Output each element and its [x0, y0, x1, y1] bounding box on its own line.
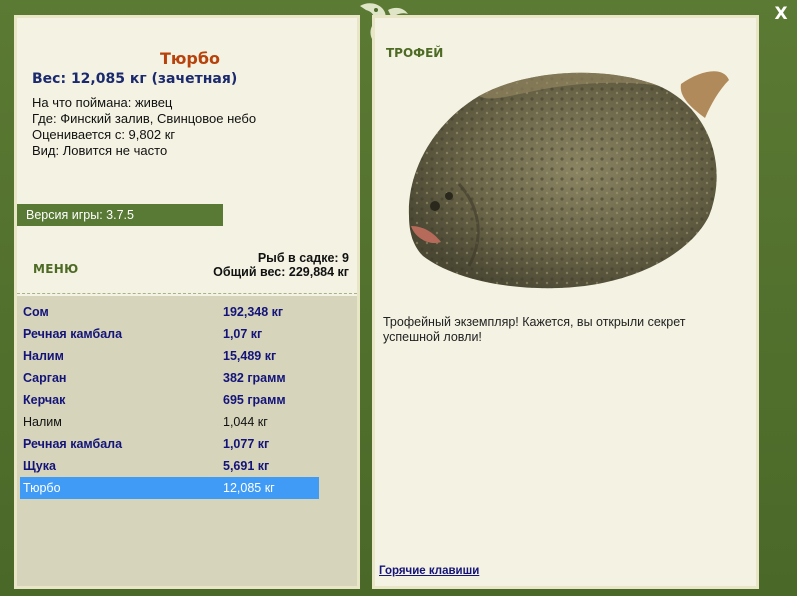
fish-name: Сом [23, 305, 49, 319]
list-item-selected[interactable]: Тюрбо 12,085 кг [20, 477, 319, 499]
trophy-panel: ТРОФЕЙ Трофейный экземпляр! Кажется, вы … [372, 15, 759, 589]
fish-name: Щука [23, 459, 56, 473]
close-icon[interactable]: X [771, 4, 791, 24]
fish-info-panel: Тюрбо Вес: 12,085 кг (зачетная) На что п… [14, 15, 360, 589]
fish-weight-value: 192,348 кг [223, 305, 284, 319]
list-item[interactable]: Речная камбала 1,077 кг [20, 433, 319, 455]
fish-weight-value: 1,044 кг [223, 415, 268, 429]
list-item[interactable]: Налим 15,489 кг [20, 345, 319, 367]
fish-weight-value: 382 грамм [223, 371, 286, 385]
fish-weight: Вес: 12,085 кг (зачетная) [32, 71, 238, 87]
catch-location: Где: Финский залив, Свинцовое небо [32, 111, 257, 126]
keepnet-stats: Рыб в садке: 9 Общий вес: 229,884 кг [213, 251, 349, 279]
total-weight: Общий вес: 229,884 кг [213, 265, 349, 279]
divider [17, 293, 357, 294]
game-version: Версия игры: 3.7.5 [17, 204, 223, 226]
catch-species-rarity: Вид: Ловится не часто [32, 143, 168, 158]
list-item[interactable]: Сарган 382 грамм [20, 367, 319, 389]
catch-bait: На что поймана: живец [32, 95, 173, 110]
fish-weight-value: 1,07 кг [223, 327, 263, 341]
trophy-description: Трофейный экземпляр! Кажется, вы открыли… [383, 315, 686, 344]
fish-name: Тюрбо [23, 481, 61, 495]
fish-weight-value: 15,489 кг [223, 349, 277, 363]
catch-list: Сом 192,348 кг Речная камбала 1,07 кг Нали… [17, 296, 357, 586]
list-item[interactable]: Речная камбала 1,07 кг [20, 323, 319, 345]
list-item[interactable]: Налим 1,044 кг [20, 411, 319, 433]
fish-name: Керчак [23, 393, 66, 407]
list-item[interactable]: Щука 5,691 кг [20, 455, 319, 477]
list-item[interactable]: Сом 192,348 кг [20, 301, 319, 323]
fish-weight-value: 5,691 кг [223, 459, 270, 473]
fish-count: Рыб в садке: 9 [257, 251, 349, 265]
fish-weight-value: 695 грамм [223, 393, 286, 407]
fish-name: Речная камбала [23, 437, 123, 451]
catch-rating-threshold: Оценивается с: 9,802 кг [32, 127, 176, 142]
fish-name: Налим [23, 415, 62, 429]
turbot-fish-image [408, 71, 729, 289]
fish-name: Речная камбала [23, 327, 123, 341]
fish-weight-value: 12,085 кг [223, 481, 275, 495]
fish-weight-value: 1,077 кг [223, 437, 270, 451]
fish-name: Сарган [23, 371, 67, 385]
hotkeys-link[interactable]: Горячие клавиши [379, 565, 479, 577]
fish-title: Тюрбо [159, 49, 221, 68]
list-item[interactable]: Керчак 695 грамм [20, 389, 319, 411]
fish-name: Налим [23, 349, 64, 363]
menu-button[interactable]: МЕНЮ [33, 262, 78, 276]
